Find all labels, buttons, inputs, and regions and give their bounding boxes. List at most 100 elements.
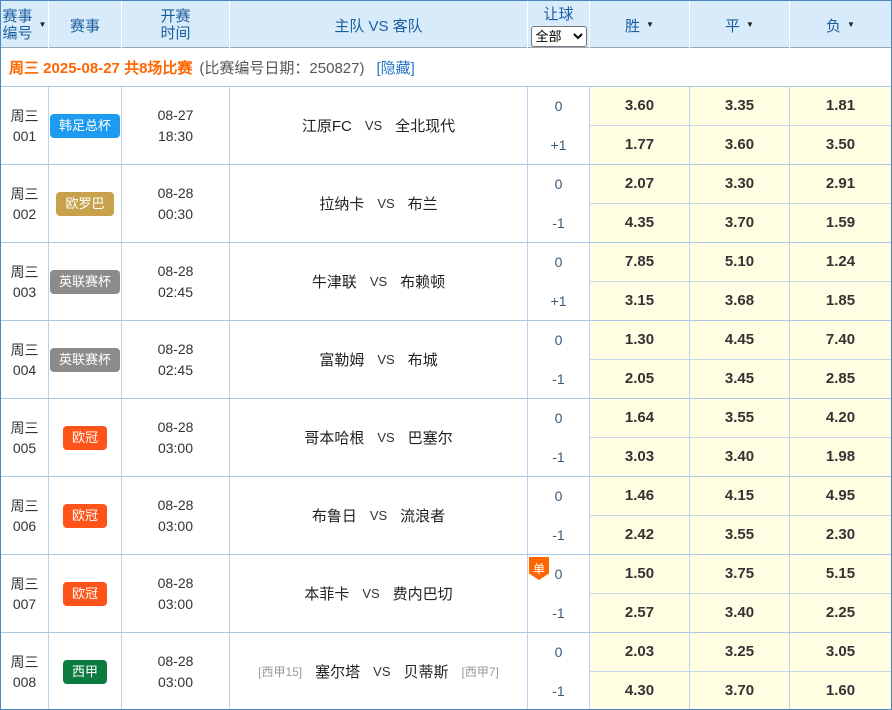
lose-odds-line0[interactable]: 4.20 — [790, 399, 891, 438]
match-number-cell: 周三 002 — [1, 165, 49, 242]
league-header-label: 赛事 — [70, 15, 100, 36]
teams-cell: 本菲卡 VS 费内巴切 — [230, 555, 528, 632]
draw-odds-column: 3.30 3.70 — [690, 165, 790, 242]
lose-odds-line1[interactable]: 1.59 — [790, 204, 891, 243]
lose-odds-line1[interactable]: 1.85 — [790, 282, 891, 321]
win-odds-line1[interactable]: 1.77 — [590, 126, 689, 165]
match-time: 03:00 — [158, 672, 193, 693]
win-odds-line0[interactable]: 1.64 — [590, 399, 689, 438]
league-badge: 欧冠 — [63, 504, 107, 528]
win-odds-line0[interactable]: 2.07 — [590, 165, 689, 204]
lose-odds-line0[interactable]: 2.91 — [790, 165, 891, 204]
draw-odds-line1[interactable]: 3.70 — [690, 204, 789, 243]
handicap-value: -1 — [528, 516, 589, 555]
lose-odds-line1[interactable]: 1.98 — [790, 438, 891, 477]
draw-odds-line1[interactable]: 3.55 — [690, 516, 789, 555]
win-odds-line0[interactable]: 3.60 — [590, 87, 689, 126]
vs-label: VS — [365, 118, 382, 133]
lose-odds-line0[interactable]: 4.95 — [790, 477, 891, 516]
start-time-cell: 08-28 03:00 — [122, 477, 230, 554]
home-rank: [西甲15] — [258, 663, 302, 680]
away-team: 流浪者 — [400, 505, 445, 526]
col-header-teams: 主队 VS 客队 — [230, 1, 528, 49]
match-number: 003 — [13, 282, 36, 302]
draw-odds-line1[interactable]: 3.70 — [690, 672, 789, 710]
league-badge: 韩足总杯 — [50, 114, 120, 138]
hide-link[interactable]: [隐藏] — [376, 57, 414, 78]
win-odds-line0[interactable]: 1.50 — [590, 555, 689, 594]
draw-odds-line0[interactable]: 3.25 — [690, 633, 789, 672]
draw-sort-caret-icon[interactable]: ▼ — [746, 21, 754, 29]
lose-odds-line1[interactable]: 2.85 — [790, 360, 891, 399]
lose-odds-line0[interactable]: 5.15 — [790, 555, 891, 594]
win-odds-line1[interactable]: 3.03 — [590, 438, 689, 477]
draw-odds-line0[interactable]: 4.15 — [690, 477, 789, 516]
win-header-label: 胜 — [625, 15, 640, 36]
match-number: 006 — [13, 516, 36, 536]
vs-label: VS — [377, 430, 394, 445]
match-id-note: (比赛编号日期：250827) — [199, 57, 364, 78]
draw-odds-line0[interactable]: 5.10 — [690, 243, 789, 282]
table-header: 赛事 编号 ▼ 赛事 开赛 时间 主队 VS 客队 让球 全部 胜 ▼ — [1, 1, 891, 48]
draw-odds-line1[interactable]: 3.60 — [690, 126, 789, 165]
draw-odds-line0[interactable]: 3.35 — [690, 87, 789, 126]
match-row: 周三 006 欧冠 08-28 03:00 布鲁日 VS 流浪者 — [1, 477, 891, 555]
lose-odds-column: 3.05 1.60 — [790, 633, 891, 710]
lose-odds-line0[interactable]: 1.24 — [790, 243, 891, 282]
draw-odds-line0[interactable]: 3.55 — [690, 399, 789, 438]
away-team: 布赖顿 — [400, 271, 445, 292]
draw-odds-line1[interactable]: 3.40 — [690, 594, 789, 633]
match-day: 周三 — [11, 262, 39, 282]
win-sort-caret-icon[interactable]: ▼ — [646, 21, 654, 29]
draw-odds-column: 4.45 3.45 — [690, 321, 790, 398]
lose-odds-line0[interactable]: 1.81 — [790, 87, 891, 126]
date-text: 周三 2025-08-27 共8场比赛 — [9, 57, 192, 78]
lose-odds-column: 1.24 1.85 — [790, 243, 891, 320]
win-odds-line1[interactable]: 3.15 — [590, 282, 689, 321]
teams-cell: 富勒姆 VS 布城 — [230, 321, 528, 398]
win-odds-line1[interactable]: 4.30 — [590, 672, 689, 710]
handicap-filter-select[interactable]: 全部 — [531, 26, 587, 47]
match-time: 00:30 — [158, 204, 193, 225]
lose-odds-line0[interactable]: 7.40 — [790, 321, 891, 360]
draw-odds-line1[interactable]: 3.45 — [690, 360, 789, 399]
lose-sort-caret-icon[interactable]: ▼ — [847, 21, 855, 29]
sort-caret-icon[interactable]: ▼ — [39, 21, 47, 29]
match-date: 08-28 — [158, 495, 194, 516]
win-odds-line0[interactable]: 1.30 — [590, 321, 689, 360]
win-odds-line1[interactable]: 4.35 — [590, 204, 689, 243]
win-odds-line0[interactable]: 2.03 — [590, 633, 689, 672]
win-odds-line0[interactable]: 1.46 — [590, 477, 689, 516]
lose-odds-line1[interactable]: 2.30 — [790, 516, 891, 555]
win-odds-line1[interactable]: 2.57 — [590, 594, 689, 633]
lose-odds-line0[interactable]: 3.05 — [790, 633, 891, 672]
handicap-value: 0 — [528, 165, 589, 204]
league-badge: 西甲 — [63, 660, 107, 684]
handicap-cell: 0 -1 — [528, 321, 590, 398]
draw-odds-line1[interactable]: 3.40 — [690, 438, 789, 477]
lose-odds-line1[interactable]: 1.60 — [790, 672, 891, 710]
draw-odds-column: 3.55 3.40 — [690, 399, 790, 476]
handicap-cell: 0 -1 — [528, 477, 590, 554]
win-odds-line1[interactable]: 2.05 — [590, 360, 689, 399]
col-header-draw: 平 ▼ — [690, 1, 790, 49]
lose-odds-line1[interactable]: 2.25 — [790, 594, 891, 633]
draw-odds-line0[interactable]: 4.45 — [690, 321, 789, 360]
col-header-win: 胜 ▼ — [590, 1, 690, 49]
league-cell: 韩足总杯 — [49, 87, 122, 164]
draw-odds-line0[interactable]: 3.30 — [690, 165, 789, 204]
match-time: 03:00 — [158, 438, 193, 459]
win-odds-column: 2.03 4.30 — [590, 633, 690, 710]
match-number: 001 — [13, 126, 36, 146]
vs-label: VS — [370, 508, 387, 523]
match-number: 004 — [13, 360, 36, 380]
draw-odds-line1[interactable]: 3.68 — [690, 282, 789, 321]
draw-odds-line0[interactable]: 3.75 — [690, 555, 789, 594]
handicap-value: -1 — [528, 360, 589, 399]
lose-odds-line1[interactable]: 3.50 — [790, 126, 891, 165]
vs-label: VS — [373, 664, 390, 679]
handicap-value: 0 — [528, 87, 589, 126]
match-time: 03:00 — [158, 594, 193, 615]
win-odds-line0[interactable]: 7.85 — [590, 243, 689, 282]
win-odds-line1[interactable]: 2.42 — [590, 516, 689, 555]
